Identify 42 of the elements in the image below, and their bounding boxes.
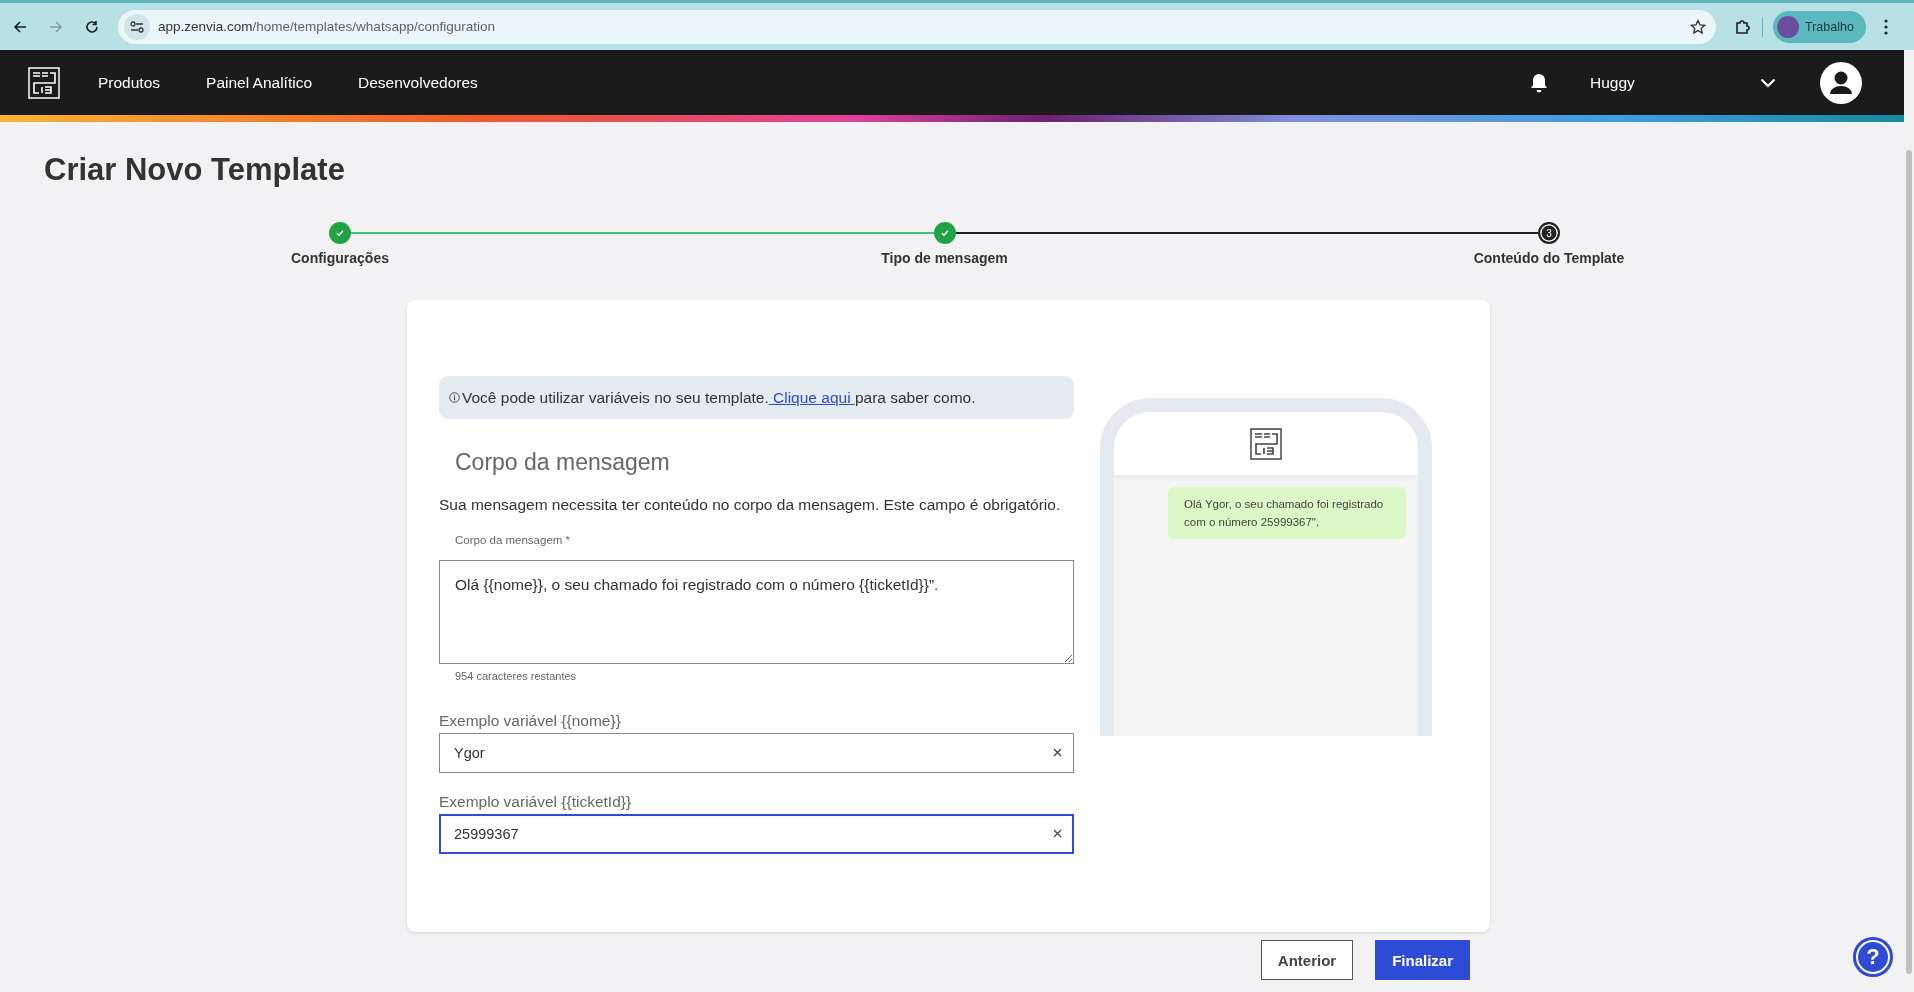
- finish-button[interactable]: Finalizar: [1375, 940, 1470, 980]
- profile-button[interactable]: Trabalho: [1773, 10, 1866, 43]
- star-icon[interactable]: [1690, 18, 1706, 35]
- variable-input[interactable]: Ygor: [439, 733, 1074, 773]
- user-name[interactable]: Huggy: [1590, 73, 1760, 92]
- field-label: Exemplo variável {{nome}}: [439, 712, 621, 730]
- puzzle-icon[interactable]: [1734, 17, 1752, 36]
- field-label: Corpo da mensagem *: [455, 534, 571, 546]
- step-label: Configurações: [291, 250, 389, 266]
- bell-icon[interactable]: [1530, 72, 1548, 93]
- nav-link[interactable]: Painel Analítico: [206, 73, 313, 92]
- close-icon[interactable]: [1053, 748, 1062, 757]
- character-counter: 954 caracteres restantes: [455, 670, 577, 682]
- info-text: Você pode utilizar variáveis no seu template. Clique aqui para saber como.: [462, 388, 976, 407]
- address-bar[interactable]: app.zenvia.com/home/templates/whatsapp/configuration: [118, 9, 1716, 44]
- field-label: Exemplo variável {{ticketId}}: [439, 793, 632, 811]
- message-body-field[interactable]: Olá {{nome}}, o seu chamado foi registrado com o número {{ticketId}}”.: [439, 560, 1074, 664]
- step-label: Tipo de mensagem: [881, 250, 1008, 266]
- previous-button[interactable]: Anterior: [1260, 940, 1354, 980]
- avatar-icon[interactable]: [1820, 61, 1862, 104]
- scrollbar[interactable]: [1904, 50, 1914, 992]
- logo-icon: [28, 66, 60, 99]
- help-link[interactable]: Clique aqui: [768, 388, 855, 406]
- chevron-down-icon[interactable]: [1760, 77, 1776, 88]
- nav-link[interactable]: Produtos: [98, 73, 161, 92]
- step-label: Conteúdo do Template: [1473, 250, 1625, 266]
- close-icon[interactable]: [1053, 829, 1062, 838]
- message-bubble: Olá Ygor, o seu chamado foi registrado com o número 25999367".: [1168, 487, 1406, 539]
- info-icon: [449, 392, 460, 403]
- logo-icon: [1250, 427, 1282, 460]
- menu-icon[interactable]: [1883, 18, 1888, 35]
- variable-input[interactable]: 25999367: [439, 814, 1074, 854]
- step-number: 3: [1538, 222, 1560, 244]
- back-icon[interactable]: [13, 19, 27, 34]
- url-text: app.zenvia.com/home/templates/whatsapp/configuration: [158, 19, 496, 34]
- description-text: Sua mensagem necessita ter conteúdo no corpo da mensagem. Este campo é obrigatório.: [439, 496, 1061, 514]
- reload-icon[interactable]: [85, 19, 99, 34]
- sliders-icon[interactable]: [130, 20, 144, 33]
- help-button[interactable]: ?: [1853, 937, 1893, 977]
- page-title: Criar Novo Template: [44, 152, 345, 188]
- nav-link[interactable]: Desenvolvedores: [358, 73, 478, 92]
- section-title: Corpo da mensagem: [455, 449, 670, 476]
